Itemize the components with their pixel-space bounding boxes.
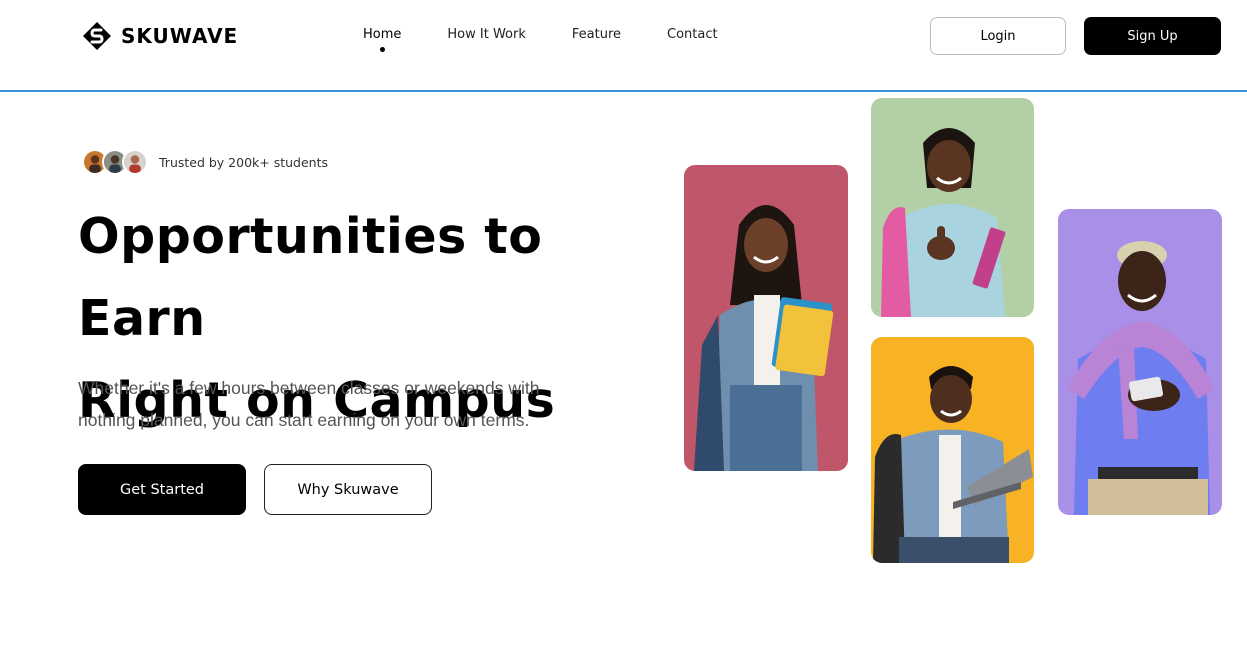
login-button[interactable]: Login bbox=[930, 17, 1066, 55]
trust-text: Trusted by 200k+ students bbox=[159, 154, 329, 170]
brand-name: SKUWAVE bbox=[121, 24, 239, 48]
nav-item-how-it-work[interactable]: How It Work bbox=[447, 27, 525, 42]
trust-badge: Trusted by 200k+ students bbox=[82, 149, 328, 175]
active-indicator-dot bbox=[380, 47, 386, 52]
sign-up-button[interactable]: Sign Up bbox=[1084, 17, 1221, 55]
why-skuwave-button[interactable]: Why Skuwave bbox=[264, 464, 432, 515]
student-avatars bbox=[82, 149, 148, 175]
hero-description: Whether it's a few hours between classes… bbox=[78, 378, 540, 430]
brand[interactable]: SKUWAVE bbox=[82, 21, 238, 51]
nav-item-home[interactable]: Home bbox=[363, 27, 402, 52]
site-header: SKUWAVE Home How It Work Feature Contact… bbox=[0, 0, 1247, 92]
get-started-button[interactable]: Get Started bbox=[78, 464, 246, 515]
avatar bbox=[122, 149, 148, 175]
hero-title-line-1: Opportunities to Earn bbox=[78, 208, 543, 347]
nav-item-contact[interactable]: Contact bbox=[667, 27, 718, 42]
nav-item-feature[interactable]: Feature bbox=[572, 27, 621, 42]
main-nav: Home How It Work Feature Contact bbox=[363, 27, 718, 52]
skuwave-logo-icon bbox=[83, 22, 111, 50]
student-with-laptop-photo bbox=[871, 337, 1034, 563]
student-thumbs-up-photo bbox=[871, 98, 1034, 317]
student-with-books-photo bbox=[684, 165, 848, 471]
nav-item-label: Home bbox=[363, 27, 402, 42]
student-with-phone-photo bbox=[1058, 209, 1222, 515]
